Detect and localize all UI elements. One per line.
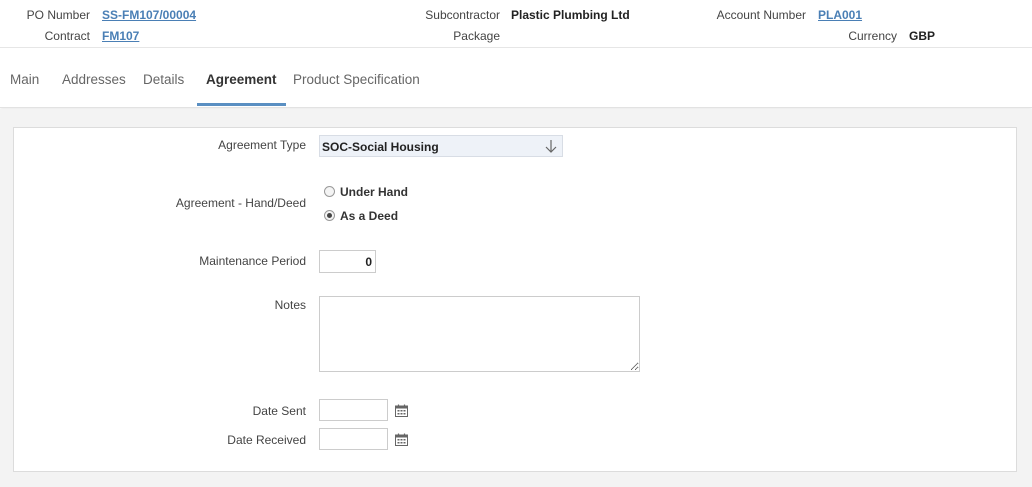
maintenance-period-input[interactable] xyxy=(319,250,376,273)
record-header: PO Number SS-FM107/00004 Contract FM107 … xyxy=(0,0,1032,48)
agreement-type-value: SOC-Social Housing xyxy=(322,140,439,154)
tab-details[interactable]: Details xyxy=(143,48,184,106)
tab-product-specification[interactable]: Product Specification xyxy=(293,48,420,106)
notes-textarea[interactable] xyxy=(319,296,640,372)
calendar-icon[interactable] xyxy=(395,433,408,446)
agreement-type-select[interactable]: SOC-Social Housing xyxy=(319,135,563,157)
date-sent-label: Date Sent xyxy=(252,404,306,418)
radio-button[interactable] xyxy=(324,186,335,197)
subcontractor-value: Plastic Plumbing Ltd xyxy=(511,8,630,22)
tab-agreement[interactable]: Agreement xyxy=(197,48,286,106)
package-label: Package xyxy=(453,29,500,43)
notes-label: Notes xyxy=(274,298,306,312)
radio-under-hand-label: Under Hand xyxy=(340,185,409,199)
currency-label: Currency xyxy=(848,29,897,43)
arrow-down-icon xyxy=(545,140,557,153)
account-number-link[interactable]: PLA001 xyxy=(818,8,862,22)
radio-button[interactable] xyxy=(324,210,335,221)
po-number-link[interactable]: SS-FM107/00004 xyxy=(102,8,196,22)
subcontractor-label: Subcontractor xyxy=(425,8,500,22)
agreement-type-label: Agreement Type xyxy=(218,138,306,152)
date-received-label: Date Received xyxy=(227,433,306,447)
account-number-label: Account Number xyxy=(716,8,806,22)
po-number-label: PO Number xyxy=(26,8,90,22)
calendar-icon[interactable] xyxy=(395,404,408,417)
date-received-input[interactable] xyxy=(319,428,388,450)
contract-label: Contract xyxy=(44,29,90,43)
maintenance-period-label: Maintenance Period xyxy=(199,254,306,268)
tab-bar: Main Addresses Details Agreement Product… xyxy=(0,48,1032,108)
tab-addresses[interactable]: Addresses xyxy=(62,48,126,106)
tab-main[interactable]: Main xyxy=(10,48,39,106)
hand-deed-label: Agreement - Hand/Deed xyxy=(175,196,306,210)
currency-value: GBP xyxy=(909,29,936,43)
contract-link[interactable]: FM107 xyxy=(102,29,139,43)
date-sent-input[interactable] xyxy=(319,399,388,421)
radio-as-a-deed-label: As a Deed xyxy=(340,209,399,223)
